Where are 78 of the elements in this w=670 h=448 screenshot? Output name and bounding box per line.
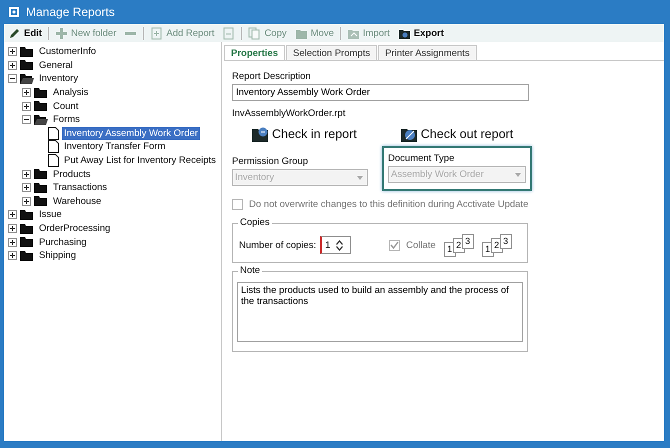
document-icon — [48, 140, 59, 154]
number-spinner[interactable]: 1 — [320, 236, 352, 254]
tab[interactable]: Printer Assignments — [378, 45, 477, 60]
pencil-icon — [8, 26, 21, 40]
plus-icon — [54, 26, 68, 40]
field-label: Number of copies: — [239, 240, 316, 250]
folder-icon — [34, 86, 48, 99]
folder-icon — [20, 236, 34, 248]
expand-icon[interactable] — [8, 251, 17, 260]
expand-icon[interactable] — [8, 224, 17, 234]
field-label: Document Type — [388, 153, 456, 164]
text-area[interactable]: Lists the products used to build an assembly and the process of the transactions — [237, 282, 523, 342]
check-in-button[interactable]: Check in report — [252, 126, 357, 142]
tree-item[interactable]: Warehouse — [51, 194, 104, 208]
folder-icon — [20, 208, 34, 221]
field-label: Report Description — [232, 71, 312, 82]
expand-icon[interactable] — [22, 196, 31, 206]
group-title: Copies — [238, 217, 272, 228]
folder-icon — [20, 59, 34, 72]
tab[interactable]: Selection Prompts — [286, 45, 378, 60]
tree-item[interactable]: Put Away List for Inventory Receipts — [62, 154, 218, 168]
expand-icon[interactable] — [8, 238, 17, 247]
folder-icon — [34, 100, 48, 112]
tree-item[interactable]: Shipping — [37, 249, 78, 262]
collapse-icon[interactable] — [22, 115, 31, 124]
field-label: Permission Group — [232, 156, 310, 167]
tree-item[interactable]: Inventory — [37, 72, 80, 86]
folder-icon — [20, 222, 34, 235]
edit-button[interactable]: Edit — [6, 25, 44, 41]
open-folder-icon — [20, 72, 34, 85]
tree-item[interactable]: Count — [51, 100, 80, 113]
tree-item[interactable]: Analysis — [51, 86, 90, 100]
caret-icon — [515, 172, 521, 176]
tree-item[interactable]: CustomerInfo — [37, 45, 98, 58]
expand-icon[interactable] — [22, 102, 31, 111]
expand-icon[interactable] — [22, 88, 31, 98]
tree-item[interactable]: Forms — [51, 113, 82, 126]
checkbox-label: Do not overwrite changes to this definition during Acctivate Update — [249, 199, 528, 210]
document-icon — [48, 126, 59, 140]
tree-item[interactable]: General — [37, 58, 75, 72]
tree-item[interactable]: OrderProcessing — [37, 222, 112, 236]
window-title: Manage Reports — [26, 5, 115, 19]
app-icon — [8, 6, 20, 18]
file-name: InvAssemblyWorkOrder.rpt — [232, 108, 346, 119]
expand-icon[interactable] — [22, 183, 31, 192]
expand-icon[interactable] — [22, 170, 31, 179]
tree-item[interactable]: Issue — [37, 208, 64, 222]
group-title: Note — [238, 265, 262, 276]
tree-item[interactable]: Purchasing — [37, 236, 89, 249]
tab[interactable]: Properties — [224, 45, 285, 60]
tree-item[interactable]: Products — [51, 168, 92, 181]
folder-icon — [20, 46, 34, 58]
expand-icon[interactable] — [8, 47, 17, 56]
folder-icon — [252, 126, 268, 142]
folder-icon — [400, 126, 417, 142]
collapse-icon[interactable] — [8, 74, 17, 84]
open-folder-icon — [34, 114, 48, 126]
tree-item[interactable]: Transactions — [51, 181, 110, 194]
document-icon — [222, 26, 236, 40]
collate-pages-drawing: 1 2 3 — [444, 234, 474, 256]
folder-icon — [20, 250, 34, 262]
export-button[interactable]: Export — [396, 25, 446, 41]
document-icon — [48, 154, 59, 168]
tree-item[interactable]: Inventory Transfer Form — [62, 140, 168, 154]
folder-icon — [34, 168, 48, 180]
expand-icon[interactable] — [8, 60, 17, 70]
collate-pages-drawing: 1 2 3 — [482, 234, 512, 256]
checkbox-label: Collate — [406, 240, 436, 250]
tree-item[interactable]: Inventory Assembly Work Order — [62, 126, 200, 140]
spinner-arrows-icon — [336, 240, 344, 250]
expand-icon[interactable] — [8, 210, 17, 220]
input-field[interactable]: Inventory Assembly Work Order — [232, 84, 529, 101]
caret-icon — [357, 176, 364, 180]
folder-icon — [34, 182, 48, 194]
copy-icon — [248, 26, 262, 40]
add-document-icon — [150, 26, 164, 40]
check-out-button[interactable]: Check out report — [400, 126, 514, 142]
folder-icon — [34, 195, 48, 208]
